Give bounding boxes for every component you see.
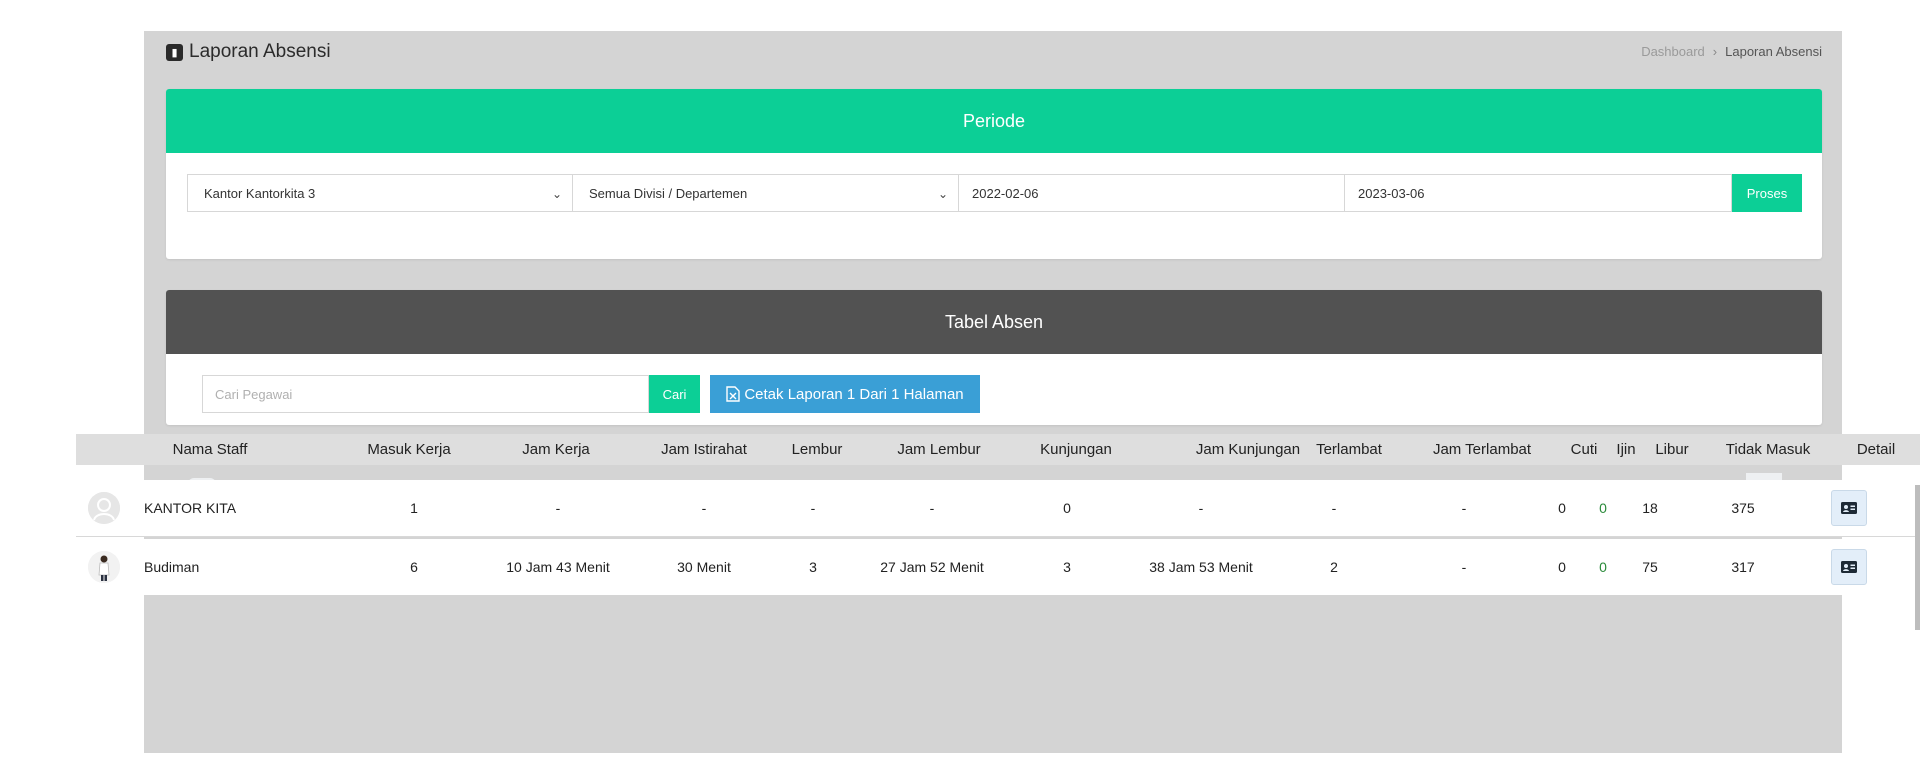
cell-masuk-kerja: 1 xyxy=(410,500,418,516)
cell-jam-lembur: 27 Jam 52 Menit xyxy=(880,559,984,575)
cell-libur: 75 xyxy=(1642,559,1658,575)
tabel-absen-card: Tabel Absen Cari Pegawai Cari Cetak Lapo… xyxy=(166,290,1822,425)
cell-ijin: 0 xyxy=(1599,559,1607,575)
cell-jam-kunjungan: - xyxy=(1198,500,1204,516)
cell-jam-kunjungan: 38 Jam 53 Menit xyxy=(1149,559,1253,575)
search-row: Cari Pegawai Cari Cetak Laporan 1 Dari 1… xyxy=(202,375,980,413)
breadcrumb-separator-icon: › xyxy=(1712,44,1718,59)
file-excel-icon xyxy=(726,386,741,402)
vertical-scrollbar[interactable] xyxy=(1915,485,1920,630)
periode-title: Periode xyxy=(962,110,1026,131)
cell-jam-kerja: - xyxy=(555,500,561,516)
cell-libur: 18 xyxy=(1642,500,1658,516)
cell-nama: Budiman xyxy=(144,559,200,575)
cell-terlambat: 2 xyxy=(1330,559,1338,575)
cell-terlambat: - xyxy=(1331,500,1337,516)
proses-button[interactable]: Proses xyxy=(1732,174,1802,212)
col-masuk-kerja: Masuk Kerja xyxy=(367,441,451,458)
col-jam-istirahat: Jam Istirahat xyxy=(661,441,747,458)
tabel-card-header: Tabel Absen xyxy=(166,290,1822,354)
breadcrumb-current: Laporan Absensi xyxy=(1725,44,1822,59)
chevron-down-icon: ⌄ xyxy=(551,187,562,201)
date-to-input[interactable]: 2023-03-06 xyxy=(1345,174,1732,212)
contact-book-icon: ▮ xyxy=(166,43,183,61)
cell-jam-terlambat: - xyxy=(1461,559,1467,575)
divisi-select[interactable]: Semua Divisi / Departemen ⌄ xyxy=(573,174,959,212)
breadcrumb: Dashboard › Laporan Absensi xyxy=(1641,44,1822,59)
col-jam-kunjungan: Jam Kunjungan xyxy=(1195,441,1301,458)
table-header: Nama Staff Masuk Kerja Jam Kerja Jam Ist… xyxy=(76,434,1920,465)
detail-button[interactable] xyxy=(1831,490,1867,526)
kantor-select-value: Kantor Kantorkita 3 xyxy=(204,185,316,201)
table-row[interactable]: Budiman 6 10 Jam 43 Menit 30 Menit 3 27 … xyxy=(76,539,1920,595)
cell-lembur: - xyxy=(810,500,816,516)
col-nama-staff: Nama Staff xyxy=(172,441,248,458)
cell-kunjungan: 0 xyxy=(1063,500,1071,516)
date-to-value: 2023-03-06 xyxy=(1358,185,1425,201)
page-header: ▮ Laporan Absensi xyxy=(166,40,331,64)
table-row[interactable]: KANTOR KITA 1 - - - - 0 - - - 0 0 18 375 xyxy=(76,480,1920,537)
breadcrumb-home-link[interactable]: Dashboard xyxy=(1641,44,1705,59)
tabel-title: Tabel Absen xyxy=(944,311,1044,332)
cell-kunjungan: 3 xyxy=(1063,559,1071,575)
cell-tidak-masuk: 375 xyxy=(1731,500,1755,516)
periode-card-header: Periode xyxy=(166,89,1822,153)
col-tidak-masuk: Tidak Masuk xyxy=(1725,441,1811,458)
cell-jam-terlambat: - xyxy=(1461,500,1467,516)
periode-card: Periode Kantor Kantorkita 3 ⌄ Semua Divi… xyxy=(166,89,1822,259)
col-cuti: Cuti xyxy=(1570,441,1598,458)
id-card-icon xyxy=(1841,561,1857,573)
col-lembur: Lembur xyxy=(791,441,843,458)
col-jam-lembur: Jam Lembur xyxy=(897,441,981,458)
detail-button[interactable] xyxy=(1831,549,1867,585)
cell-lembur: 3 xyxy=(809,559,817,575)
cetak-laporan-button[interactable]: Cetak Laporan 1 Dari 1 Halaman xyxy=(710,375,980,413)
col-jam-kerja: Jam Kerja xyxy=(522,441,590,458)
date-from-input[interactable]: 2022-02-06 xyxy=(959,174,1345,212)
date-from-value: 2022-02-06 xyxy=(972,185,1039,201)
col-ijin: Ijin xyxy=(1616,441,1636,458)
cetak-label: Cetak Laporan 1 Dari 1 Halaman xyxy=(744,385,964,403)
col-detail: Detail xyxy=(1856,441,1896,458)
col-terlambat: Terlambat xyxy=(1316,441,1382,458)
search-pegawai-input[interactable]: Cari Pegawai xyxy=(202,375,649,413)
cari-button[interactable]: Cari xyxy=(649,375,700,413)
col-libur: Libur xyxy=(1655,441,1689,458)
cell-nama: KANTOR KITA xyxy=(144,500,237,516)
user-photo-avatar xyxy=(88,551,120,583)
cell-jam-kerja: 10 Jam 43 Menit xyxy=(506,559,610,575)
cell-cuti: 0 xyxy=(1558,500,1566,516)
cell-cuti: 0 xyxy=(1558,559,1566,575)
col-kunjungan: Kunjungan xyxy=(1040,441,1112,458)
divisi-select-value: Semua Divisi / Departemen xyxy=(589,185,748,201)
cell-jam-lembur: - xyxy=(929,500,935,516)
page-title: Laporan Absensi xyxy=(189,41,331,62)
cell-tidak-masuk: 317 xyxy=(1731,559,1755,575)
chevron-down-icon: ⌄ xyxy=(937,187,948,201)
periode-filter-row: Kantor Kantorkita 3 ⌄ Semua Divisi / Dep… xyxy=(187,174,1802,212)
cell-jam-istirahat: 30 Menit xyxy=(677,559,731,575)
cell-ijin: 0 xyxy=(1599,500,1607,516)
user-silhouette-icon xyxy=(88,492,120,524)
kantor-select[interactable]: Kantor Kantorkita 3 ⌄ xyxy=(187,174,573,212)
cell-jam-istirahat: - xyxy=(701,500,707,516)
col-jam-terlambat: Jam Terlambat xyxy=(1432,441,1532,458)
id-card-icon xyxy=(1841,502,1857,514)
search-placeholder: Cari Pegawai xyxy=(215,386,293,402)
cell-masuk-kerja: 6 xyxy=(410,559,418,575)
